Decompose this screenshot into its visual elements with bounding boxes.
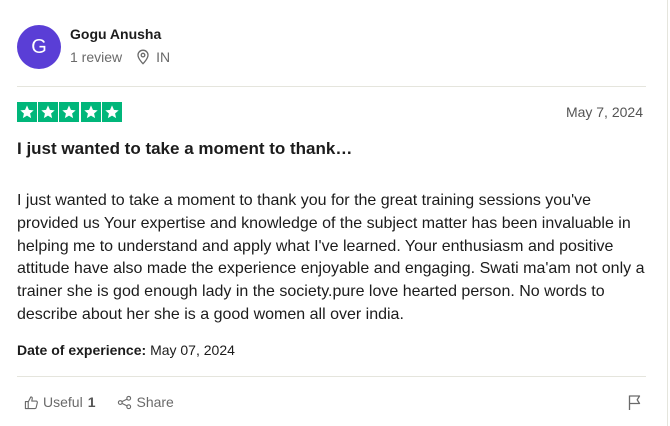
map-pin-icon — [137, 49, 149, 65]
experience-date: May 07, 2024 — [150, 342, 235, 358]
review-date: May 7, 2024 — [565, 104, 643, 120]
share-icon — [118, 395, 132, 409]
reviewer-meta: 1 review IN — [70, 49, 170, 65]
date-of-experience: Date of experience: May 07, 2024 — [17, 342, 235, 358]
useful-count: 1 — [87, 394, 96, 410]
review-card: G Gogu Anusha 1 review IN May 7, 2024 I … — [0, 0, 668, 426]
star-icon — [80, 102, 101, 122]
useful-label: Useful — [43, 394, 83, 410]
thumbs-up-icon — [24, 395, 38, 409]
review-actions: Useful 1 Share — [24, 394, 174, 410]
report-button[interactable] — [627, 394, 643, 416]
footer-divider — [17, 376, 646, 377]
useful-button[interactable]: Useful 1 — [24, 394, 95, 410]
share-button[interactable]: Share — [117, 394, 174, 410]
avatar[interactable]: G — [17, 25, 61, 69]
reviewer-name[interactable]: Gogu Anusha — [70, 26, 161, 42]
star-icon — [17, 102, 37, 122]
share-label: Share — [136, 394, 174, 410]
review-title[interactable]: I just wanted to take a moment to thank… — [17, 139, 352, 159]
header-divider — [17, 86, 646, 87]
review-count: 1 review — [70, 49, 123, 65]
star-icon — [101, 102, 122, 122]
avatar-initial: G — [31, 35, 47, 58]
star-icon — [59, 102, 80, 122]
experience-label: Date of experience: — [17, 342, 147, 358]
reviewer-location: IN — [136, 49, 170, 65]
star-rating — [17, 102, 123, 122]
review-body: I just wanted to take a moment to thank … — [17, 192, 645, 323]
star-icon — [38, 102, 59, 122]
location-code: IN — [156, 49, 171, 65]
flag-icon — [628, 395, 641, 410]
